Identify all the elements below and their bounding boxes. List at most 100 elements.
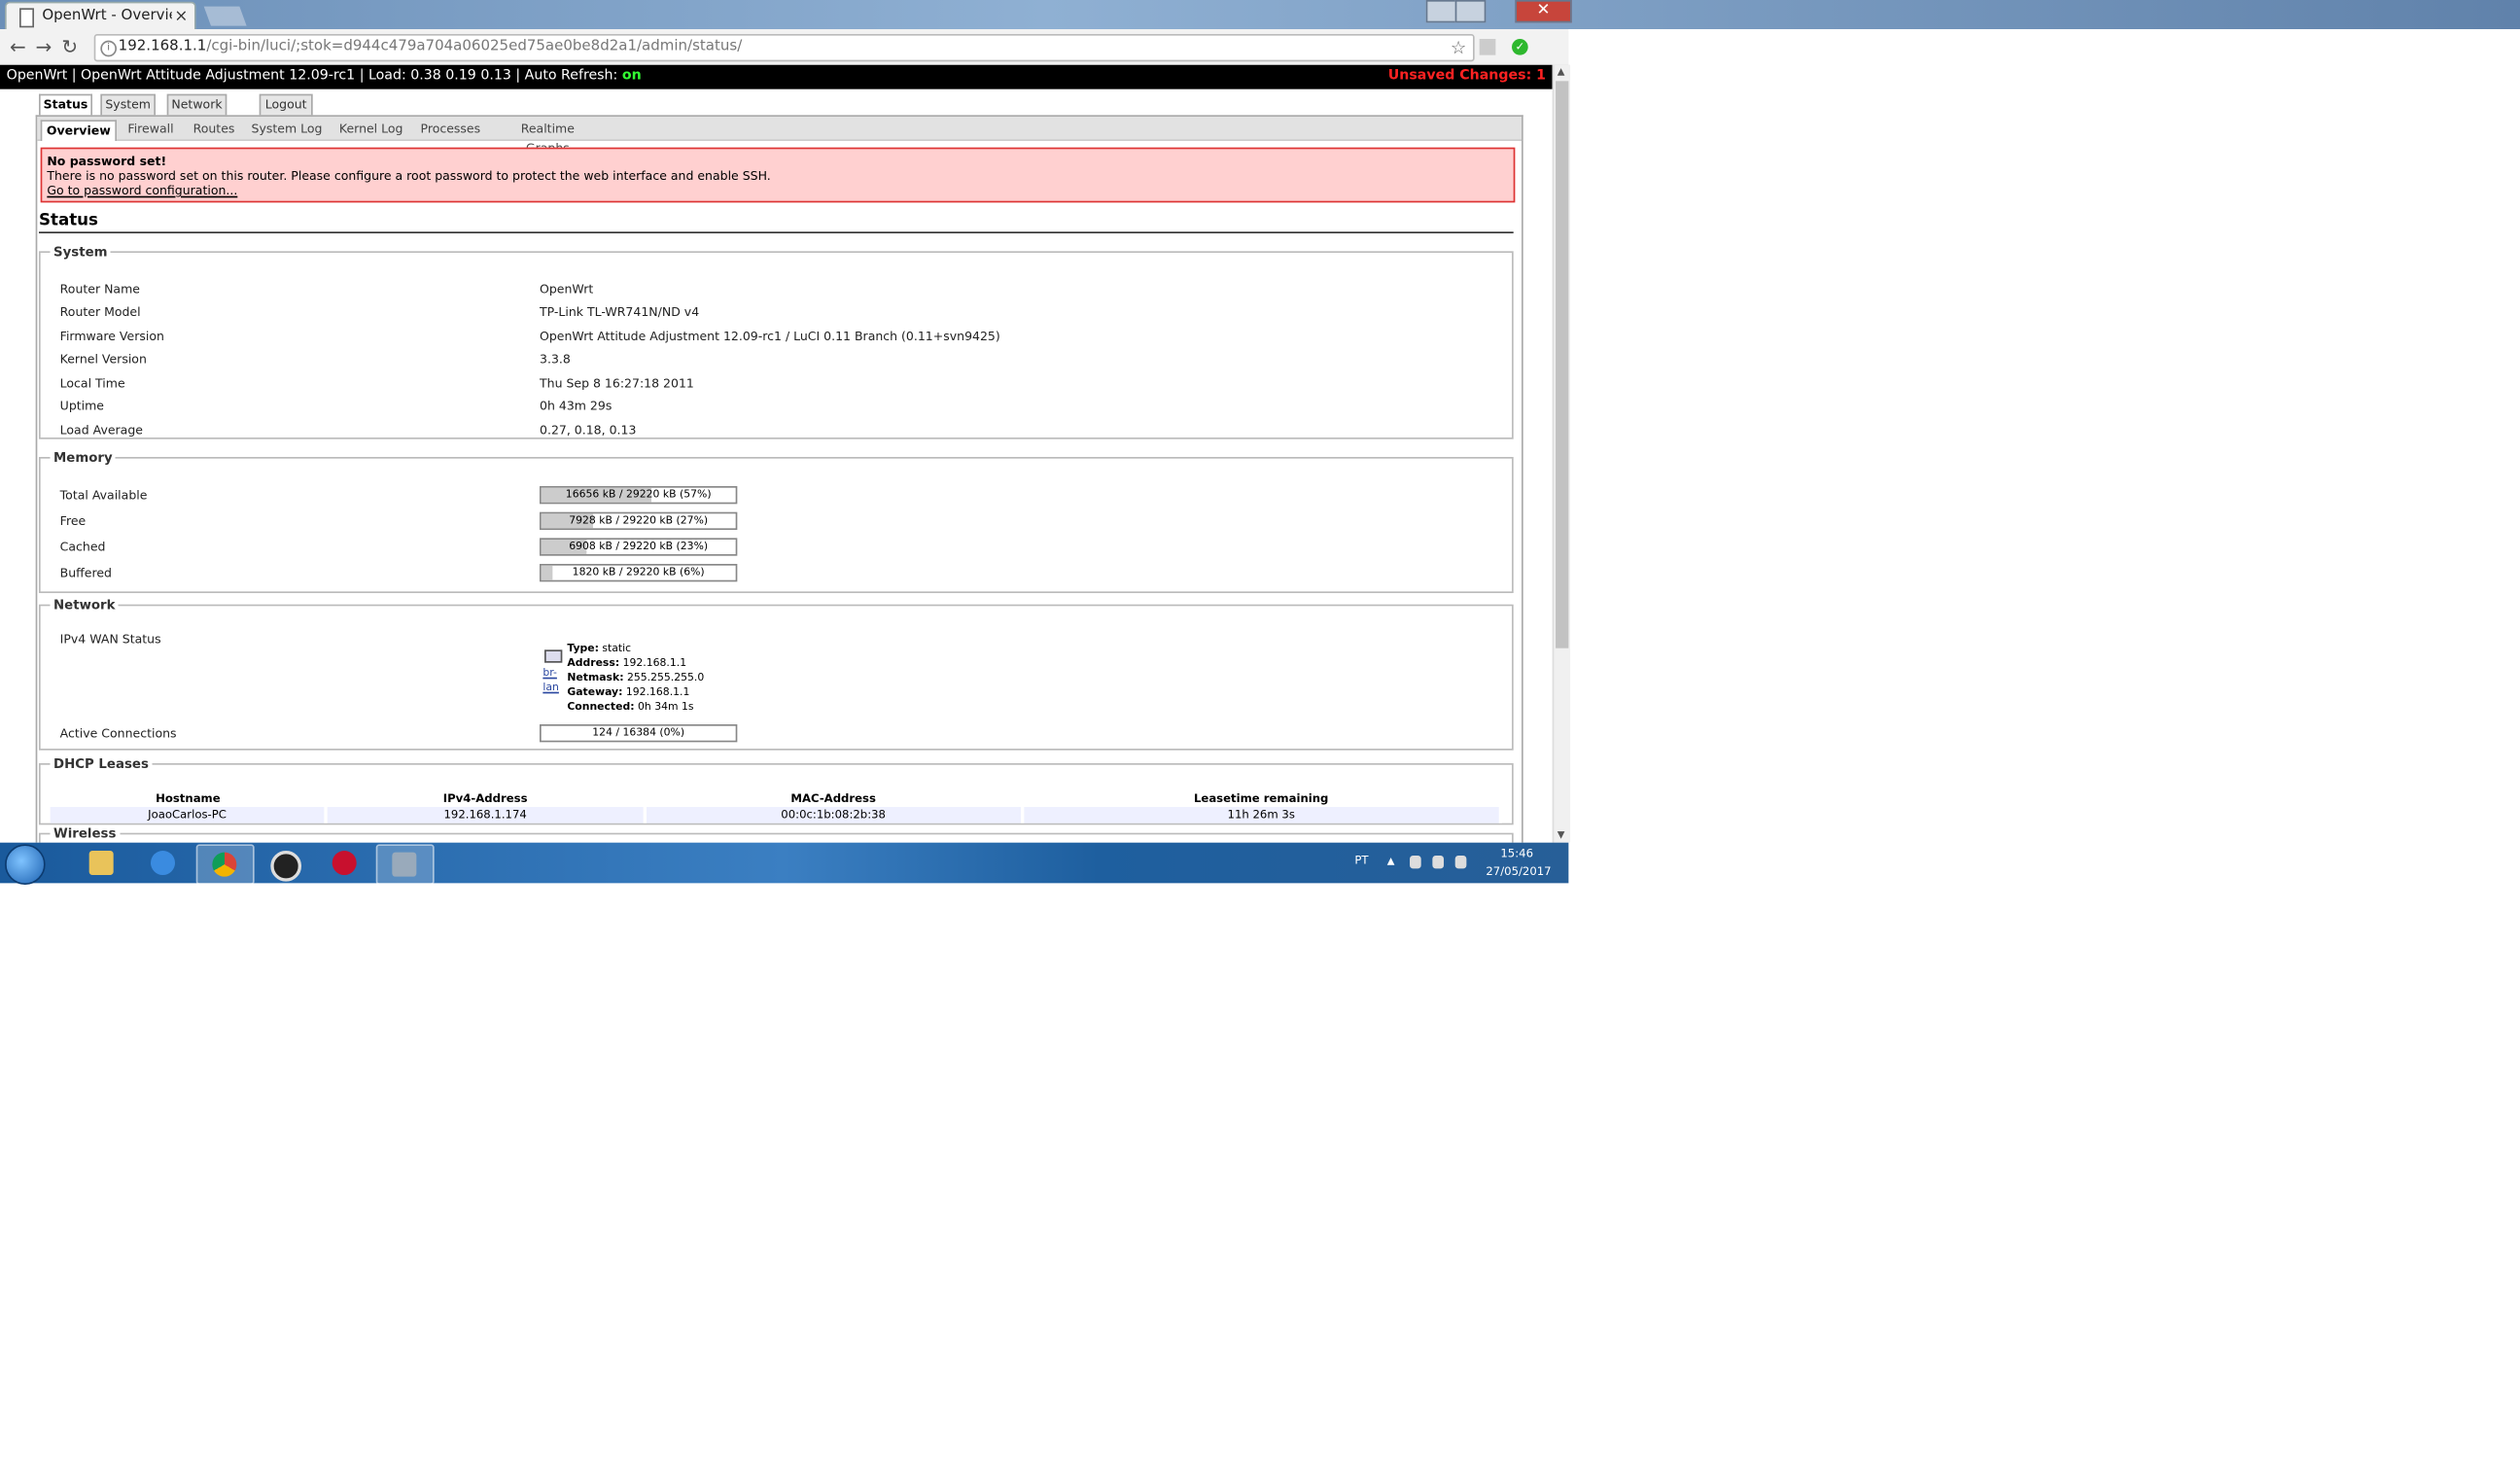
table-row: JoaoCarlos-PC 192.168.1.174 00:0c:1b:08:…: [50, 807, 1503, 823]
total-available-label: Total Available: [59, 487, 148, 503]
col-leasetime: Leasetime remaining: [1193, 792, 1329, 806]
bar-text: 124 / 16384 (0%): [592, 725, 685, 740]
network-status-icon[interactable]: [1432, 856, 1445, 869]
network-tool-icon[interactable]: [375, 844, 435, 886]
language-indicator[interactable]: PT: [1354, 854, 1368, 866]
tab-system[interactable]: System: [100, 93, 157, 118]
col-mac-address: MAC-Address: [790, 792, 876, 806]
system-section: System Router Name OpenWrt Router Model …: [39, 244, 1514, 439]
info-icon[interactable]: i: [100, 40, 118, 57]
cached-label: Cached: [59, 540, 106, 555]
tab-logout[interactable]: Logout: [259, 93, 313, 118]
wan-type-key: Type:: [567, 642, 599, 655]
interface-link-br[interactable]: br-: [542, 666, 557, 681]
alert-message: There is no password set on this router.…: [47, 168, 771, 184]
bookmark-star-icon[interactable]: ☆: [1451, 36, 1466, 60]
bar-fill: [541, 565, 553, 580]
browser-tab[interactable]: OpenWrt - Overview - LuCI ×: [5, 1, 196, 31]
tab-close-icon[interactable]: ×: [174, 3, 188, 30]
main-content: Overview Firewall Routes System Log Kern…: [35, 115, 1523, 843]
subtab-firewall[interactable]: Firewall: [123, 120, 179, 139]
subtab-processes[interactable]: Processes: [420, 120, 481, 139]
router-name-label: Router Name: [59, 282, 140, 298]
luci-header: OpenWrt | OpenWrt Attitude Adjustment 12…: [0, 64, 1553, 89]
maximize-button[interactable]: [1454, 0, 1487, 23]
desktop-screen: OpenWrt - Overview - LuCI × ✕ ← → ↻ i 19…: [0, 0, 2520, 1471]
buffered-bar: 1820 kB / 29220 kB (6%): [540, 564, 738, 582]
power-icon[interactable]: [1454, 856, 1467, 869]
system-tray: PT ▲ 15:46 27/05/2017: [1342, 843, 1568, 884]
ccleaner-icon[interactable]: [256, 844, 311, 882]
scroll-up-icon[interactable]: ▲: [1558, 66, 1565, 78]
bar-text: 7928 kB / 29220 kB (27%): [569, 513, 709, 527]
memory-legend: Memory: [53, 450, 113, 466]
scroll-down-icon[interactable]: ▼: [1558, 829, 1565, 841]
subtab-overview[interactable]: Overview: [40, 120, 118, 142]
load-average-value: 0.27, 0.18, 0.13: [540, 423, 637, 438]
forward-icon[interactable]: →: [36, 36, 52, 58]
browser-toolbar: ← → ↻ i 192.168.1.1/cgi-bin/luci/;stok=d…: [0, 29, 1569, 86]
cached-bar: 6908 kB / 29220 kB (23%): [540, 538, 738, 556]
bar-text: 1820 kB / 29220 kB (6%): [572, 565, 705, 579]
alert-heading: No password set!: [47, 154, 167, 169]
explorer-icon[interactable]: [75, 844, 130, 881]
extension-check-icon[interactable]: ✓: [1512, 39, 1528, 55]
window-close-button[interactable]: ✕: [1515, 0, 1572, 23]
tray-app-icon[interactable]: [1410, 856, 1421, 869]
wan-status-label: IPv4 WAN Status: [59, 632, 161, 648]
tab-status[interactable]: Status: [39, 93, 93, 118]
new-tab-button[interactable]: [203, 6, 247, 26]
memory-section: Memory Total Available 16656 kB / 29220 …: [39, 450, 1514, 594]
password-config-link[interactable]: Go to password configuration...: [47, 183, 237, 197]
internet-explorer-icon[interactable]: [136, 844, 192, 881]
wan-netmask-value: 255.255.255.0: [623, 671, 705, 684]
clock-date[interactable]: 27/05/2017: [1486, 865, 1551, 878]
subtab-kernel-log[interactable]: Kernel Log: [337, 120, 405, 139]
total-available-bar: 16656 kB / 29220 kB (57%): [540, 486, 738, 505]
clock-time[interactable]: 15:46: [1500, 848, 1533, 860]
tab-network[interactable]: Network: [166, 93, 228, 118]
router-model-label: Router Model: [59, 304, 141, 320]
vertical-scrollbar[interactable]: ▲ ▼: [1552, 64, 1571, 843]
tab-title: OpenWrt - Overview - LuCI: [42, 8, 171, 25]
start-button[interactable]: [5, 844, 46, 886]
minimize-button[interactable]: [1425, 0, 1457, 23]
wireless-section: Wireless: [39, 826, 1514, 843]
subtab-routes[interactable]: Routes: [190, 120, 238, 139]
password-alert: No password set! There is no password se…: [40, 147, 1516, 203]
reload-icon[interactable]: ↻: [61, 36, 78, 58]
chrome-icon[interactable]: [195, 844, 255, 886]
router-name-value: OpenWrt: [540, 282, 594, 298]
page-icon: [19, 8, 35, 28]
header-title: OpenWrt | OpenWrt Attitude Adjustment 12…: [6, 68, 622, 85]
taskbar: PT ▲ 15:46 27/05/2017: [0, 842, 1569, 886]
wan-type-value: static: [598, 642, 632, 655]
back-icon[interactable]: ←: [10, 36, 26, 58]
dhcp-legend: DHCP Leases: [53, 756, 149, 772]
bar-text: 6908 kB / 29220 kB (23%): [569, 540, 709, 553]
auto-refresh-toggle[interactable]: on: [622, 68, 642, 85]
interface-link-lan[interactable]: lan: [542, 681, 559, 695]
dhcp-table: Hostname IPv4-Address MAC-Address Leaset…: [50, 790, 1503, 823]
subtab-realtime-graphs[interactable]: Realtime Graphs: [498, 120, 598, 156]
local-time-value: Thu Sep 8 16:27:18 2011: [540, 375, 694, 391]
subtab-system-log[interactable]: System Log: [251, 120, 323, 139]
kernel-version-value: 3.3.8: [540, 351, 571, 367]
local-time-label: Local Time: [59, 375, 125, 391]
extension-icon[interactable]: [1479, 39, 1496, 55]
wan-gateway-key: Gateway:: [567, 685, 623, 699]
wan-connected-key: Connected:: [567, 700, 635, 714]
free-label: Free: [59, 513, 87, 529]
tray-expand-icon[interactable]: ▲: [1387, 856, 1395, 867]
lease-hostname: JoaoCarlos-PC: [50, 807, 328, 823]
network-section: Network IPv4 WAN Status br- lan Type: st…: [39, 598, 1514, 751]
url-path: /cgi-bin/luci/;stok=d944c479a704a06025ed…: [206, 39, 743, 55]
address-bar[interactable]: i 192.168.1.1/cgi-bin/luci/;stok=d944c47…: [93, 34, 1475, 62]
wan-connected-value: 0h 34m 1s: [634, 700, 694, 714]
avira-icon[interactable]: [318, 844, 373, 881]
scrollbar-thumb[interactable]: [1556, 81, 1569, 648]
wan-netmask-key: Netmask:: [567, 671, 624, 684]
uptime-value: 0h 43m 29s: [540, 399, 612, 414]
unsaved-changes-link[interactable]: Unsaved Changes: 1: [1388, 65, 1546, 89]
header-info: OpenWrt | OpenWrt Attitude Adjustment 12…: [7, 65, 642, 89]
